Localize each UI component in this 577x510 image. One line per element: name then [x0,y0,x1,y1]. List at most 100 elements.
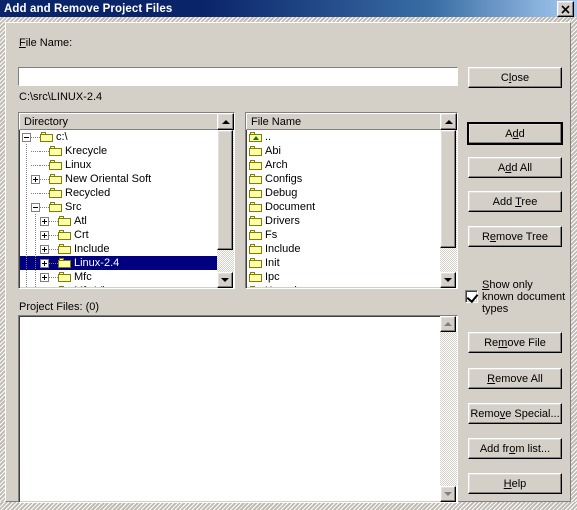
directory-list-body[interactable]: c:\ Krecycle Linux New Oriental Soft Recycle… [20,130,217,287]
project-files-body[interactable] [20,317,440,501]
collapse-icon[interactable] [31,202,40,212]
tree-item-label: Mfc Vb [72,285,108,287]
remove-all-button[interactable]: Remove All [468,368,562,389]
tree-connector [22,256,31,270]
add-tree-button[interactable]: Add Tree [468,191,562,212]
directory-scrollbar-thumb[interactable] [217,130,233,250]
tree-item[interactable]: Recycled [20,186,217,200]
add-button[interactable]: Add [467,122,563,145]
list-item[interactable]: Debug [247,186,440,200]
scroll-up-arrow [444,119,453,124]
list-item-label: Configs [265,173,303,185]
help-button-label: Help [503,477,527,490]
list-item[interactable]: Init [247,256,440,270]
list-item[interactable]: Abi [247,144,440,158]
remove-tree-button[interactable]: Remove Tree [468,226,562,247]
directory-scroll-down-button[interactable] [217,272,233,288]
checkbox-line-3: types [482,303,509,315]
scroll-down-arrow [444,492,452,496]
show-known-types-label[interactable]: Show only known document types [482,279,574,315]
directory-list[interactable]: Directory c:\ Krecycle Linux New Oriental S… [18,112,235,289]
window-title: Add and Remove Project Files [4,2,173,15]
file-scroll-down-button[interactable] [440,272,456,288]
tree-item[interactable]: c:\ [20,130,217,144]
tree-item[interactable]: Atl [20,214,217,228]
list-item-label: Kernel [263,285,297,287]
file-scroll-up-icon[interactable] [440,113,457,130]
tree-item-label: Krecycle [65,145,108,157]
expand-icon[interactable] [31,174,40,184]
tree-item[interactable]: Src [20,200,217,214]
tree-item[interactable]: Include [20,242,217,256]
tree-item[interactable]: Linux-2.4 [20,256,217,270]
file-list-scrollbar[interactable] [440,130,457,288]
list-item[interactable]: Include [247,242,440,256]
file-name-list[interactable]: File Name .. Abi Arch Configs Debug Document D… [245,112,458,289]
list-item[interactable]: Ipc [247,270,440,284]
remove-special-button[interactable]: Remove Special... [468,403,562,424]
tree-item[interactable]: New Oriental Soft [20,172,217,186]
scroll-down-arrow [221,278,229,282]
tree-item-label: Linux-2.4 [74,257,120,269]
show-known-types-checkbox[interactable] [465,290,479,304]
tree-connector [31,270,40,284]
expand-icon[interactable] [40,230,49,240]
tree-item[interactable]: Linux [20,158,217,172]
current-path: C:\src\LINUX-2.4 [19,91,103,103]
tree-item-label: Recycled [65,187,111,199]
project-files-scrollbar[interactable] [440,316,457,502]
folder-icon [249,243,263,255]
folder-up-icon [249,131,263,143]
expand-icon[interactable] [40,216,49,226]
file-name-label-text: ile Name: [25,37,73,49]
tree-item[interactable]: Mfc [20,270,217,284]
folder-icon [49,187,63,199]
folder-icon [249,215,263,227]
help-button[interactable]: Help [468,473,562,494]
close-button-label: Close [500,71,530,84]
checkbox-line-2: known document [482,291,566,303]
expand-icon[interactable] [40,286,49,287]
add-all-button[interactable]: Add All [468,157,562,178]
list-item[interactable]: Drivers [247,214,440,228]
list-item[interactable]: Arch [247,158,440,172]
tree-connector [22,284,31,287]
file-name-input[interactable] [19,68,457,85]
list-item[interactable]: Fs [247,228,440,242]
file-name-input-frame [18,67,458,86]
tree-item-label: New Oriental Soft [65,173,152,185]
tree-item[interactable]: Crt [20,228,217,242]
tree-item[interactable]: Mfc Vb [20,284,217,287]
file-list-body[interactable]: .. Abi Arch Configs Debug Document Drivers Fs In… [247,130,440,287]
title-bar-buttons [557,1,574,17]
project-files-list[interactable] [18,315,458,503]
close-button[interactable]: Close [468,67,562,88]
add-from-list-button[interactable]: Add from list... [468,438,562,459]
expand-icon[interactable] [40,258,49,268]
project-scroll-up-button [440,316,456,332]
remove-tree-button-label: Remove Tree [481,230,549,243]
folder-icon [49,159,63,171]
expand-icon[interactable] [40,244,49,254]
expand-icon[interactable] [40,272,49,282]
tree-item-label: Atl [74,215,87,227]
remove-file-button-label: Remove File [484,336,546,349]
file-scrollbar-thumb[interactable] [440,130,456,248]
list-item[interactable]: Configs [247,172,440,186]
folder-icon [249,257,263,269]
directory-scrollbar[interactable] [217,130,234,288]
folder-icon [49,201,63,213]
directory-scroll-up-icon[interactable] [217,113,234,130]
list-item[interactable]: Kernel [247,284,440,287]
tree-connector [40,202,49,212]
list-item[interactable]: Document [247,200,440,214]
list-item[interactable]: .. [247,130,440,144]
close-icon[interactable] [557,1,574,17]
tree-item[interactable]: Krecycle [20,144,217,158]
collapse-icon[interactable] [22,132,31,142]
folder-icon [249,187,263,199]
remove-all-button-label: Remove All [487,372,543,385]
remove-file-button[interactable]: Remove File [468,332,562,353]
tree-connector [22,200,31,214]
tree-connector [49,286,58,287]
